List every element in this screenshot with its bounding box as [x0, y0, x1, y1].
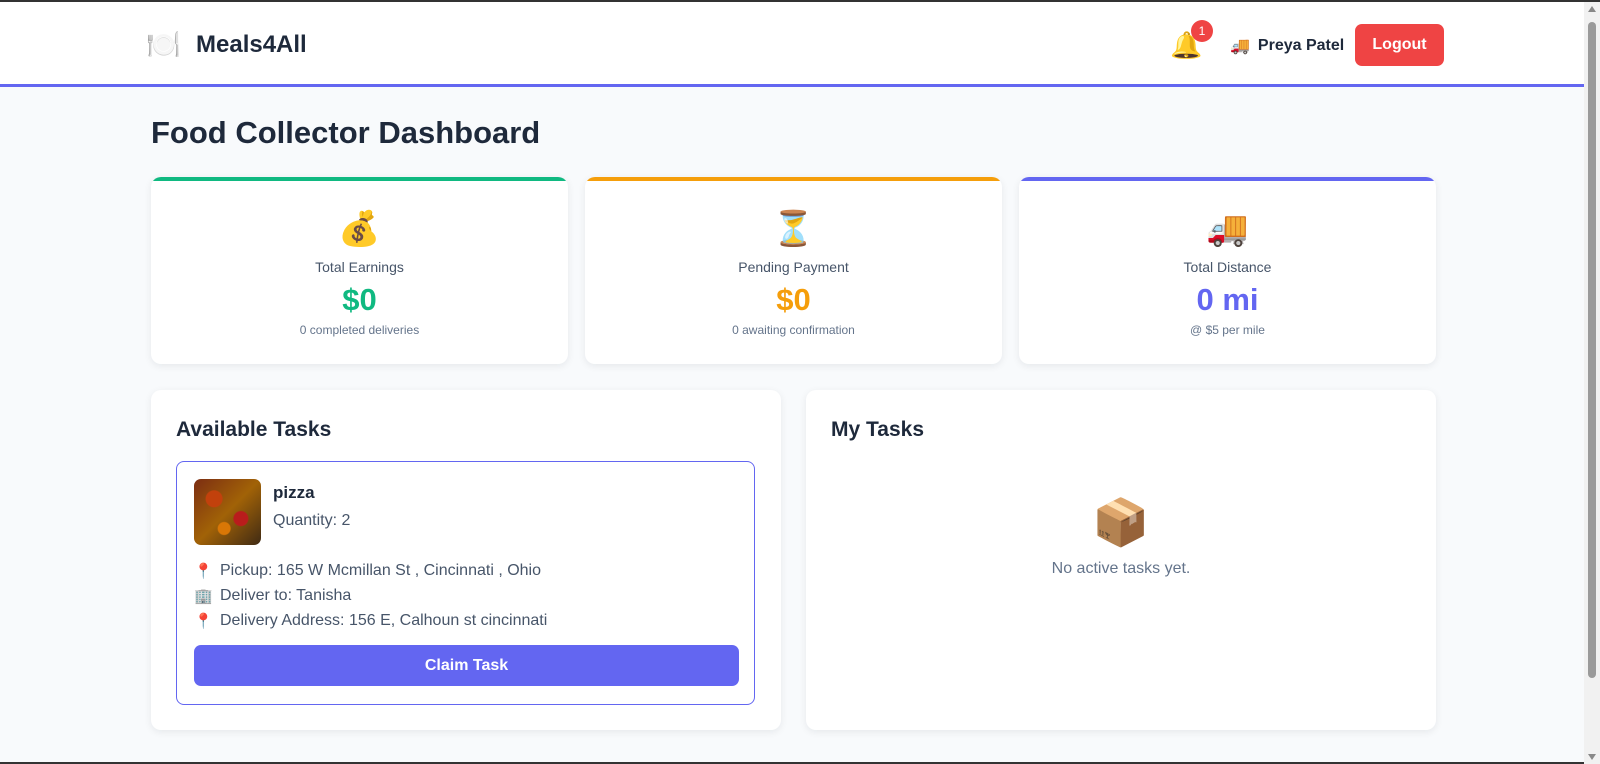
- stat-label: Total Earnings: [315, 259, 404, 275]
- top-navbar: 🍽️ Meals4All 🔔 1 🚚 Preya Patel Logout: [0, 2, 1584, 87]
- user-profile: 🚚 Preya Patel: [1230, 36, 1344, 56]
- pin-icon: 📍: [194, 563, 213, 580]
- plate-icon: 🍽️: [146, 29, 181, 60]
- card-accent-bar: [585, 177, 1002, 181]
- scrollbar-thumb[interactable]: [1588, 22, 1596, 678]
- stat-subtext: 0 completed deliveries: [299, 323, 420, 337]
- page-title: Food Collector Dashboard: [151, 115, 541, 150]
- logout-button[interactable]: Logout: [1355, 24, 1444, 66]
- brand[interactable]: 🍽️ Meals4All: [146, 28, 307, 62]
- panel-title: Available Tasks: [176, 418, 332, 441]
- card-accent-bar: [1019, 177, 1436, 181]
- package-icon: 📦: [1092, 496, 1150, 548]
- stat-value: $0: [776, 282, 811, 317]
- scroll-up-arrow-icon[interactable]: [1588, 6, 1596, 12]
- building-icon: 🏢: [194, 588, 213, 605]
- delivery-address-text: Delivery Address: 156 E, Calhoun st cinc…: [220, 612, 548, 629]
- stat-value: 0 mi: [1196, 282, 1259, 317]
- task-pickup: 📍 Pickup: 165 W Mcmillan St , Cincinnati…: [194, 562, 541, 580]
- pin-icon: 📍: [194, 613, 213, 630]
- empty-state-text: No active tasks yet.: [1051, 560, 1191, 577]
- stat-subtext: @ $5 per mile: [1190, 323, 1265, 337]
- task-quantity: Quantity: 2: [273, 512, 351, 529]
- deliver-to-text: Deliver to: Tanisha: [220, 587, 352, 604]
- truck-icon: 🚚: [1206, 210, 1249, 248]
- task-food-name: pizza: [273, 483, 315, 502]
- my-tasks-panel: My Tasks 📦 No active tasks yet.: [806, 390, 1436, 730]
- card-accent-bar: [151, 177, 568, 181]
- claim-task-button[interactable]: Claim Task: [194, 645, 739, 686]
- user-name: Preya Patel: [1257, 37, 1345, 54]
- food-image: [194, 479, 261, 545]
- brand-name: Meals4All: [196, 31, 307, 58]
- task-card: pizza Quantity: 2 📍 Pickup: 165 W Mcmill…: [176, 461, 755, 705]
- stat-subtext: 0 awaiting confirmation: [732, 323, 855, 337]
- pickup-text: Pickup: 165 W Mcmillan St , Cincinnati ,…: [220, 562, 542, 579]
- available-tasks-panel: Available Tasks pizza Quantity: 2 📍 Pick…: [151, 390, 781, 730]
- stat-card-total-distance: 🚚 Total Distance 0 mi @ $5 per mile: [1019, 177, 1436, 364]
- hourglass-icon: ⏳: [772, 210, 815, 248]
- truck-icon: 🚚: [1230, 38, 1250, 55]
- money-bag-icon: 💰: [338, 210, 381, 248]
- notification-badge: 1: [1191, 20, 1213, 42]
- task-delivery-address: 📍 Delivery Address: 156 E, Calhoun st ci…: [194, 612, 547, 630]
- panel-title: My Tasks: [831, 418, 924, 441]
- scroll-down-arrow-icon[interactable]: [1588, 754, 1596, 760]
- stat-value: $0: [342, 282, 377, 317]
- page-scrollbar[interactable]: [1584, 2, 1600, 764]
- task-deliver-to: 🏢 Deliver to: Tanisha: [194, 587, 351, 605]
- stat-card-pending-payment: ⏳ Pending Payment $0 0 awaiting confirma…: [585, 177, 1002, 364]
- stat-card-total-earnings: 💰 Total Earnings $0 0 completed deliveri…: [151, 177, 568, 364]
- stat-label: Total Distance: [1183, 259, 1272, 275]
- stat-label: Pending Payment: [738, 259, 849, 275]
